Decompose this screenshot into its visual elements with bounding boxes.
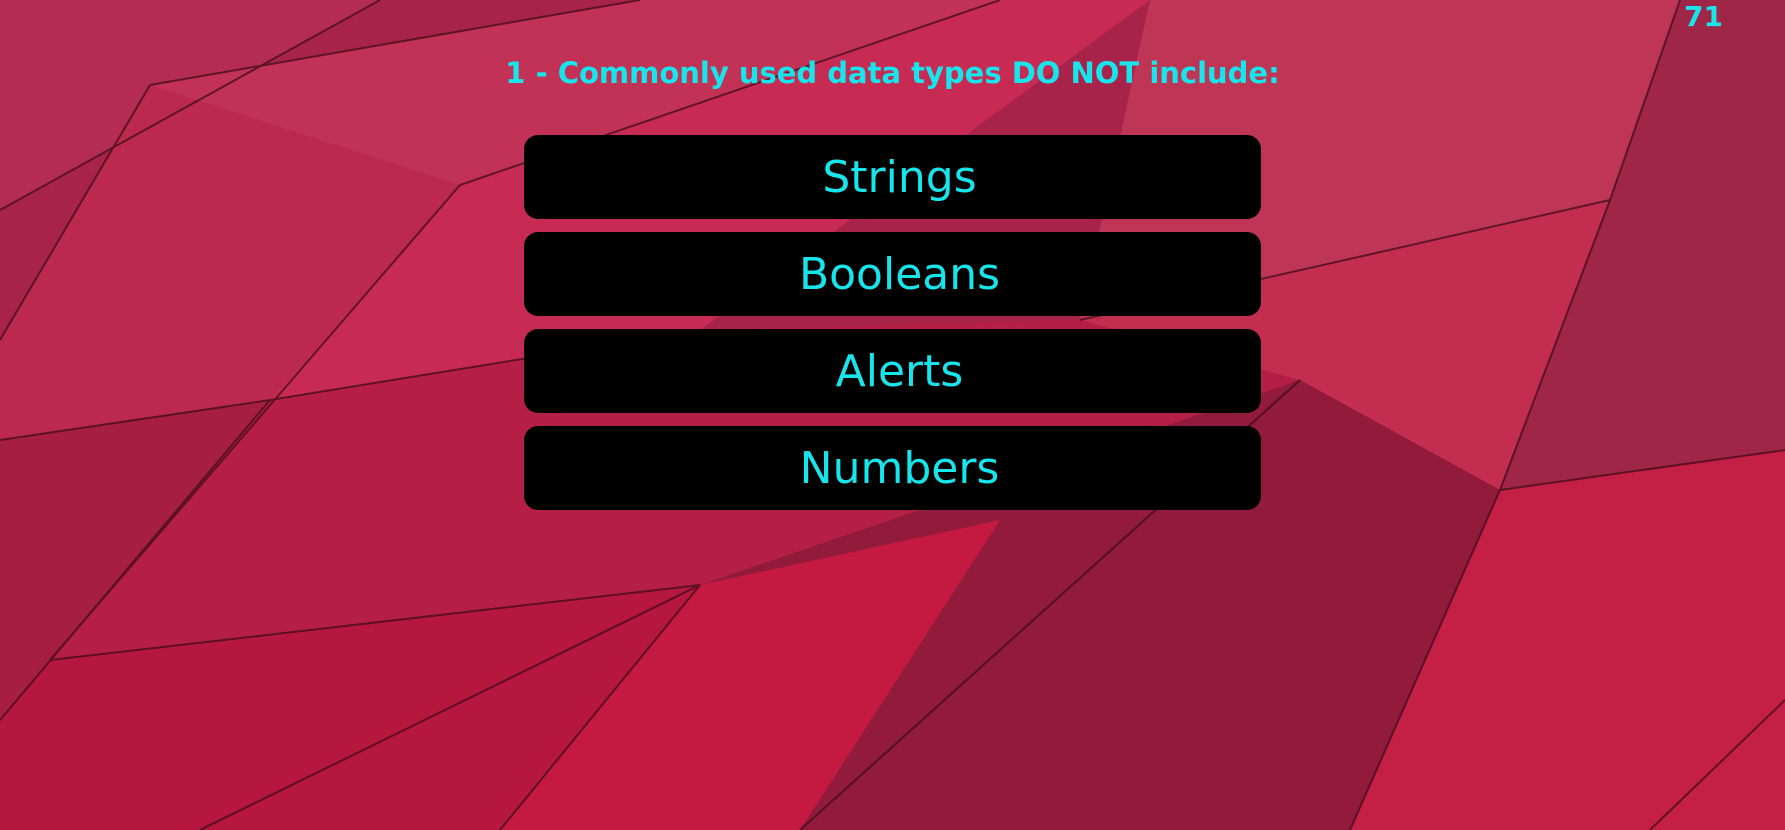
answer-button-booleans[interactable]: Booleans [524, 232, 1261, 316]
countdown-timer: 71 [1684, 0, 1723, 33]
answer-list: Strings Booleans Alerts Numbers [524, 135, 1261, 523]
answer-button-strings[interactable]: Strings [524, 135, 1261, 219]
answer-button-numbers[interactable]: Numbers [524, 426, 1261, 510]
question-text: 1 - Commonly used data types DO NOT incl… [505, 56, 1280, 90]
answer-button-alerts[interactable]: Alerts [524, 329, 1261, 413]
